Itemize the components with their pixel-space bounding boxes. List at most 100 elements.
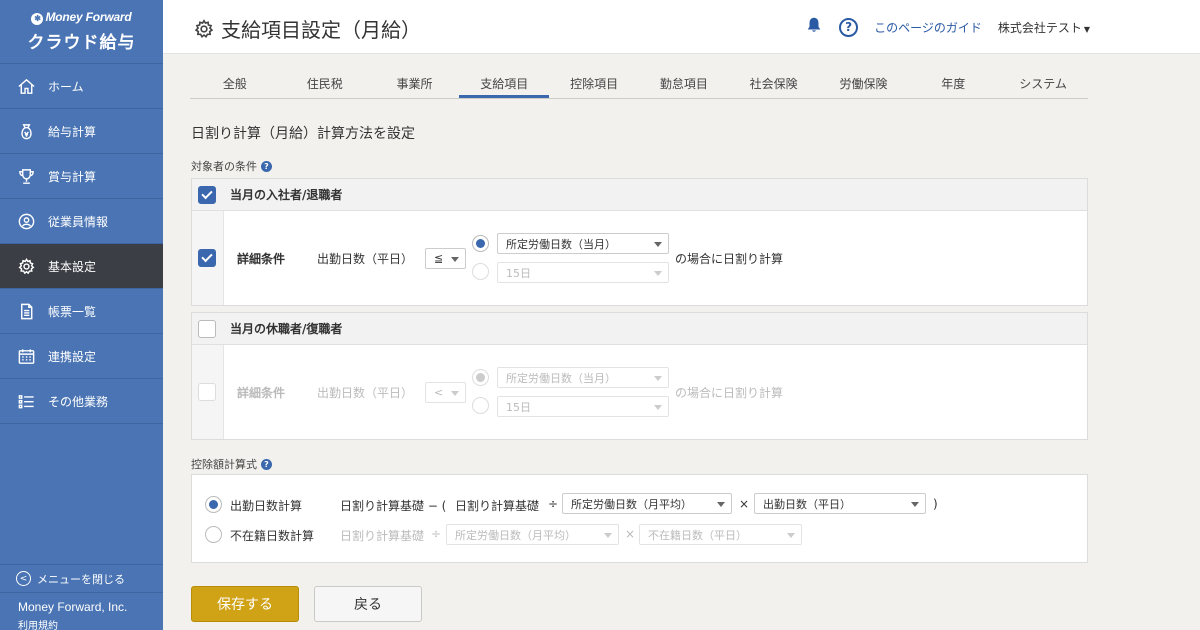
tab-payment-items[interactable]: 支給項目 (459, 70, 550, 98)
absence-days-select[interactable]: 不在籍日数（平日） (639, 524, 802, 545)
formula-base: 日割り計算基礎 (340, 529, 425, 543)
prorate-suffix: の場合に日割り計算 (675, 252, 784, 266)
settings-tabs: 全般 住民税 事業所 支給項目 控除項目 勤怠項目 社会保険 労働保険 年度 シ… (190, 70, 1088, 99)
divide-operator: ÷ (548, 497, 559, 511)
sidebar-item-reports[interactable]: 帳票一覧 (0, 289, 163, 334)
multiply-operator: × (625, 527, 636, 541)
sidebar-item-label: 給与計算 (48, 124, 97, 139)
section-title: 日割り計算（月給）計算方法を設定 (191, 126, 415, 142)
target-conditions-label: 対象者の条件? (191, 158, 272, 174)
sidebar-item-home[interactable]: ホーム (0, 64, 163, 109)
formula-attendance-value: 出勤日数（平日） (763, 497, 851, 511)
radio-attendance-calc[interactable] (205, 496, 222, 513)
formula-attendance-select[interactable]: 出勤日数（平日） (754, 493, 926, 514)
deduction-formula-text: 控除額計算式 (191, 458, 257, 471)
trophy-icon (16, 166, 36, 186)
formula-standard-days-value: 所定労働日数（月平均） (571, 497, 692, 511)
radio-standard-days[interactable] (472, 369, 489, 386)
close-menu-label: メニューを閉じる (37, 572, 125, 586)
tab-office[interactable]: 事業所 (370, 70, 460, 98)
back-button[interactable]: 戻る (314, 586, 422, 622)
page-guide-link[interactable]: このページのガイド (874, 19, 982, 36)
terms-link[interactable]: 利用規約 (0, 620, 163, 630)
fixed-days-select[interactable]: 15日 (497, 396, 669, 417)
tab-deduction-items[interactable]: 控除項目 (549, 70, 639, 98)
deduction-formula-label: 控除額計算式? (191, 456, 272, 472)
list-icon (16, 391, 36, 411)
close-menu-button[interactable]: < メニューを閉じる (0, 564, 163, 592)
tab-social-insurance[interactable]: 社会保険 (729, 70, 819, 98)
sidebar-item-bonus[interactable]: 賞与計算 (0, 154, 163, 199)
join-leave-checkbox[interactable] (198, 185, 216, 204)
operator-value: ≦ (434, 252, 444, 265)
sidebar-item-label: 帳票一覧 (48, 304, 97, 319)
radio-fixed-days[interactable] (472, 263, 489, 280)
header: 支給項目設定（月給） ? このページのガイド 株式会社テスト ▼ (163, 0, 1200, 54)
formula-base: 日割り計算基礎 − ( (340, 499, 447, 513)
operator-select[interactable]: ≦ (425, 248, 466, 269)
company-link[interactable]: Money Forward, Inc. (0, 592, 163, 620)
chevron-left-icon: < (16, 571, 31, 586)
detail-condition-checkbox[interactable] (198, 249, 216, 267)
prorate-suffix: の場合に日割り計算 (675, 386, 784, 400)
caret-down-icon: ▼ (1083, 24, 1090, 34)
home-icon (16, 76, 36, 96)
brand-mark-icon: ✱ (31, 13, 44, 25)
money-bag-icon (16, 121, 36, 141)
detail-condition-checkbox[interactable] (198, 383, 216, 401)
absence-standard-days-value: 所定労働日数（月平均） (455, 528, 576, 542)
formula-standard-days-select[interactable]: 所定労働日数（月平均） (562, 493, 732, 514)
sidebar-item-label: 賞与計算 (48, 169, 97, 184)
document-icon (16, 301, 36, 321)
tab-system[interactable]: システム (998, 70, 1088, 98)
sidebar-item-other-tasks[interactable]: その他業務 (0, 379, 163, 424)
divide-operator: ÷ (431, 527, 442, 541)
tab-labor-insurance[interactable]: 労働保険 (819, 70, 909, 98)
gear-icon (194, 18, 214, 38)
standard-days-value: 所定労働日数（当月） (506, 237, 616, 251)
sidebar-item-label: 連携設定 (48, 349, 97, 364)
operator-value: < (434, 386, 444, 399)
target-conditions-text: 対象者の条件 (191, 160, 257, 173)
radio-standard-days[interactable] (472, 235, 489, 252)
company-menu[interactable]: 株式会社テスト ▼ (998, 19, 1090, 36)
sidebar-item-label: 従業員情報 (48, 214, 109, 229)
join-leave-panel: 当月の入社者/退職者 詳細条件 出勤日数（平日） ≦ 所定労働日数（当月） 15… (191, 178, 1088, 306)
standard-days-select[interactable]: 所定労働日数（当月） (497, 233, 669, 254)
panel-header: 当月の入社者/退職者 (192, 179, 1087, 211)
sidebar-item-label: 基本設定 (48, 259, 97, 274)
absence-days-value: 不在籍日数（平日） (648, 528, 747, 542)
fixed-days-value: 15日 (506, 400, 531, 414)
sidebar: ✱ Money Forward クラウド給与 ホーム 給与計算 賞与計算 従業員情… (0, 0, 163, 630)
sidebar-item-label: ホーム (48, 79, 84, 94)
standard-days-value: 所定労働日数（当月） (506, 371, 616, 385)
radio-absence-calc[interactable] (205, 526, 222, 543)
bell-icon[interactable] (805, 16, 823, 38)
sidebar-item-employees[interactable]: 従業員情報 (0, 199, 163, 244)
question-icon[interactable]: ? (261, 458, 272, 470)
absence-standard-days-select[interactable]: 所定労働日数（月平均） (446, 524, 619, 545)
brand-logo[interactable]: ✱ Money Forward クラウド給与 (0, 0, 163, 64)
panel-header: 当月の休職者/復職者 (192, 313, 1087, 345)
tab-resident-tax[interactable]: 住民税 (280, 70, 370, 98)
sidebar-item-payroll[interactable]: 給与計算 (0, 109, 163, 154)
leave-return-checkbox[interactable] (198, 319, 216, 338)
radio-fixed-days[interactable] (472, 397, 489, 414)
question-icon[interactable]: ? (261, 160, 272, 172)
standard-days-select[interactable]: 所定労働日数（当月） (497, 367, 669, 388)
tab-general[interactable]: 全般 (190, 70, 280, 98)
gear-icon (16, 256, 36, 276)
brand-name: Money Forward (45, 10, 132, 24)
fixed-days-select[interactable]: 15日 (497, 262, 669, 283)
tab-attendance-items[interactable]: 勤怠項目 (639, 70, 729, 98)
sidebar-item-basic-settings[interactable]: 基本設定 (0, 244, 163, 289)
save-button[interactable]: 保存する (191, 586, 299, 622)
help-icon[interactable]: ? (839, 17, 859, 37)
deduction-formula-panel: 出勤日数計算 日割り計算基礎 − ( 日割り計算基礎 ÷ 所定労働日数（月平均）… (191, 474, 1088, 563)
tab-fiscal-year[interactable]: 年度 (908, 70, 998, 98)
sidebar-item-integrations[interactable]: 連携設定 (0, 334, 163, 379)
operator-select[interactable]: < (425, 382, 466, 403)
panel-title: 当月の入社者/退職者 (230, 188, 343, 202)
leave-return-panel: 当月の休職者/復職者 詳細条件 出勤日数（平日） < 所定労働日数（当月） 15… (191, 312, 1088, 440)
multiply-operator: × (739, 497, 750, 511)
